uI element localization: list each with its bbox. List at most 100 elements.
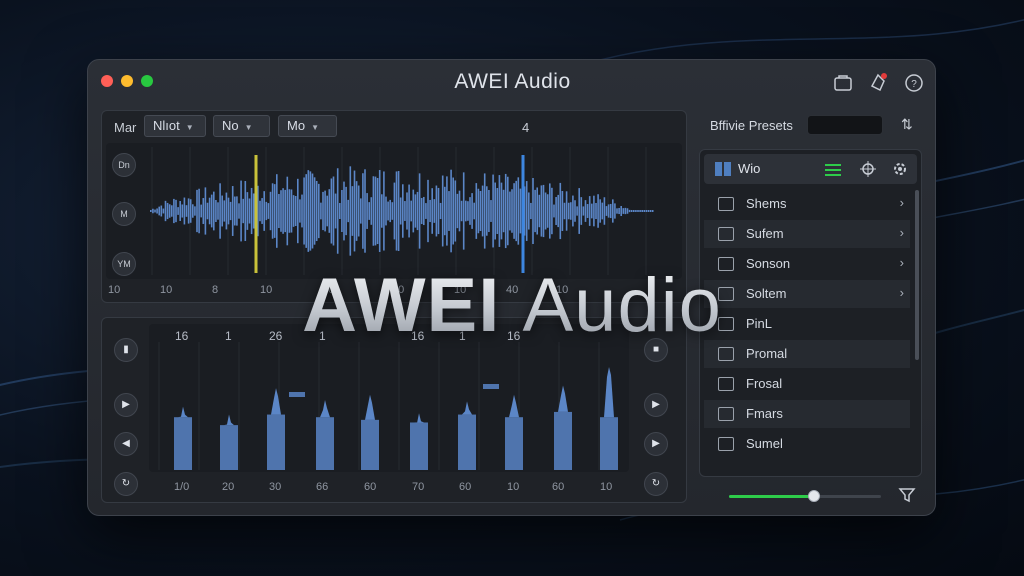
play-left-icon[interactable]: ▶ [114, 393, 138, 417]
waveform-bar [532, 177, 534, 245]
waveform-bar [404, 201, 406, 221]
waveform-display[interactable]: Dn M YM [106, 143, 682, 279]
preset-item[interactable]: Shems › [704, 190, 910, 218]
waveform-bar [429, 199, 431, 223]
eq-band-bar[interactable] [174, 417, 192, 470]
eq-band-peak [178, 406, 188, 418]
volume-slider[interactable] [729, 495, 881, 498]
waveform-bar [593, 195, 595, 227]
waveform-bar [591, 203, 593, 219]
waveform-bar [349, 166, 352, 256]
waveform-bar [225, 192, 228, 230]
refresh-left-icon[interactable]: ↻ [114, 472, 138, 496]
waveform-bar [496, 188, 499, 234]
waveform-bar [641, 210, 643, 212]
waveform-bar [221, 195, 223, 227]
eq-frequency-tick: 60 [459, 481, 472, 493]
eq-band-bar[interactable] [458, 414, 476, 470]
speaker-icon[interactable]: ◀ [114, 432, 138, 456]
waveform-bar [519, 188, 522, 234]
waveform-bar [425, 203, 427, 219]
dropdown-no[interactable]: No ▼ [213, 115, 270, 137]
waveform-bar [322, 191, 324, 231]
waveform-bar [492, 174, 494, 248]
eq-frequency-tick: 10 [507, 481, 520, 493]
waveform-bar [311, 173, 314, 249]
waveform-bar [643, 210, 646, 212]
presets-search-input[interactable] [807, 115, 883, 135]
waveform-bar [210, 194, 213, 228]
eq-handle[interactable] [483, 384, 499, 389]
eq-band-bar[interactable] [554, 411, 572, 470]
waveform-bar [339, 203, 341, 219]
waveform-side-button-top[interactable]: Dn [112, 153, 136, 177]
preset-item[interactable]: Sufem › [704, 220, 910, 248]
waveform-bar [601, 202, 604, 220]
waveform-side-button-mid[interactable]: M [112, 202, 136, 226]
eq-handle[interactable] [289, 392, 305, 397]
notification-icon[interactable] [867, 72, 889, 94]
waveform-bar [391, 202, 394, 220]
eq-band-bar[interactable] [316, 417, 334, 470]
waveform-bar [334, 193, 337, 229]
waveform-bar [647, 210, 650, 212]
waveform-bar [263, 191, 265, 231]
eq-band-bar[interactable] [220, 425, 238, 470]
waveform-bar [630, 210, 633, 212]
waveform-bar [471, 193, 473, 229]
waveform-bar [504, 173, 507, 249]
eq-band-bar[interactable] [505, 417, 523, 470]
preset-item[interactable]: Fmars [704, 400, 910, 428]
waveform-bar [406, 192, 408, 230]
eq-frequency-tick: 1/0 [174, 481, 190, 493]
waveform-bar [645, 210, 648, 212]
waveform-bar [223, 200, 226, 222]
gear-icon[interactable] [891, 160, 909, 178]
folder-icon[interactable] [832, 72, 854, 94]
waveform-bar [536, 187, 538, 235]
refresh-right-icon[interactable]: ↻ [644, 472, 668, 496]
eq-band-peak [414, 413, 424, 424]
waveform-bar [318, 183, 320, 239]
waveform-bar [633, 210, 635, 212]
waveform-bar [328, 189, 331, 233]
dropdown-nliot-label: Nlıot [153, 118, 180, 133]
back-icon [718, 197, 734, 211]
brand-overlay-title: AWEI Audio [0, 262, 1024, 349]
waveform-bar [276, 174, 278, 248]
eq-band-bar[interactable] [267, 414, 285, 470]
brand-overlay-bold: AWEI [302, 263, 501, 348]
preset-item[interactable]: Sumel [704, 430, 910, 458]
dropdown-nliot[interactable]: Nlıot ▼ [144, 115, 206, 137]
sort-icon[interactable]: ⇅ [901, 116, 913, 133]
columns-icon[interactable] [714, 161, 732, 177]
waveform-bar [551, 187, 553, 235]
eq-band-bar[interactable] [410, 422, 428, 470]
monitor-icon [718, 437, 734, 451]
waveform-bar [194, 206, 196, 216]
waveform-bar [586, 204, 589, 218]
eq-band-bar[interactable] [361, 419, 379, 470]
play-right-2-icon[interactable]: ▶ [644, 432, 668, 456]
list-icon [718, 347, 734, 361]
waveform-bar [297, 178, 299, 244]
waveform-bar [559, 182, 562, 240]
mixer-icon[interactable] [859, 160, 877, 178]
waveform-bar [616, 208, 618, 214]
volume-thumb[interactable] [808, 490, 821, 502]
eq-band-bar[interactable] [600, 417, 618, 470]
waveform-bar [343, 181, 345, 241]
list-view-icon[interactable] [824, 162, 842, 176]
waveform-bar [639, 210, 641, 212]
play-right-icon[interactable]: ▶ [644, 393, 668, 417]
preset-item[interactable]: Frosal [704, 370, 910, 398]
waveform-bar [534, 189, 536, 233]
help-icon[interactable]: ? [903, 72, 925, 94]
waveform-bar [271, 183, 274, 239]
waveform-bar [528, 192, 530, 230]
filter-icon[interactable] [898, 486, 916, 504]
waveform-bar [553, 204, 555, 218]
waveform-bar [441, 175, 444, 247]
dropdown-mo[interactable]: Mo ▼ [278, 115, 337, 137]
waveform-bar [473, 202, 475, 220]
